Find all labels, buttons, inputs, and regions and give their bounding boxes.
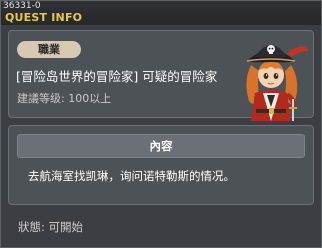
quest-id: 36331-0 [3,1,41,11]
pirate-npc-icon [229,29,313,123]
title-bar[interactable]: 36331-0 QUEST INFO [1,1,321,25]
job-badge: 職業 [17,41,81,58]
quest-status: 狀態: 可開始 [18,220,84,234]
window-title: QUEST INFO [5,11,83,24]
recommended-level: 建議等级: 100以上 [17,92,112,105]
quest-info-window: 36331-0 QUEST INFO 職業 [冒险岛世界的冒险家] 可疑的冒险家… [0,0,322,248]
quest-name: [冒险岛世界的冒险家] 可疑的冒险家 [16,69,218,84]
content-text: 去航海室找凯琳，询问诺特勒斯的情况。 [28,169,235,183]
content-header: 內容 [17,134,305,158]
